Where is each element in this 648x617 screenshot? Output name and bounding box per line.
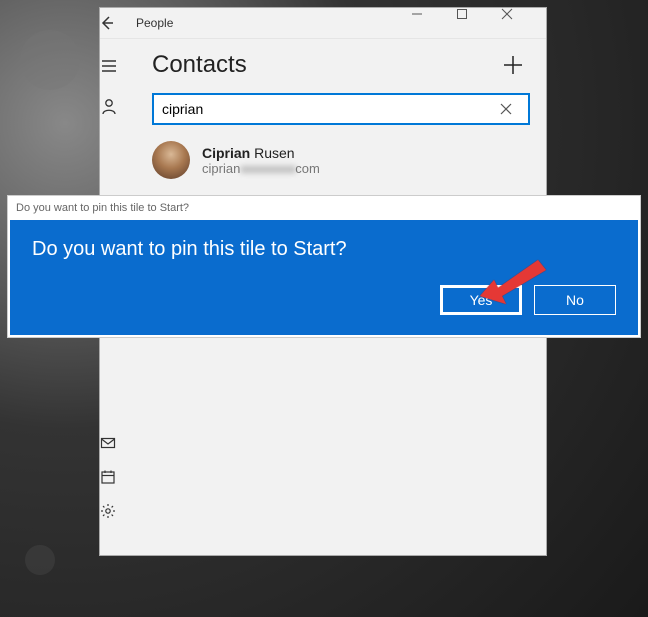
search-box[interactable] <box>152 93 530 125</box>
avatar <box>152 141 190 179</box>
result-text: Ciprian Rusen ciprianxxxxxxxxxxcom <box>202 145 320 176</box>
titlebar: People <box>100 8 546 39</box>
dialog-question: Do you want to pin this tile to Start? <box>32 238 616 261</box>
back-button[interactable] <box>100 16 132 30</box>
dialog-buttons: Yes No <box>32 285 616 315</box>
calendar-icon[interactable] <box>100 469 148 485</box>
window-title: People <box>132 16 411 30</box>
clear-search-icon[interactable] <box>500 103 528 115</box>
yes-button[interactable]: Yes <box>440 285 522 315</box>
add-contact-button[interactable] <box>502 54 530 76</box>
result-email: ciprianxxxxxxxxxxcom <box>202 161 320 176</box>
search-result-item[interactable]: Ciprian Rusen ciprianxxxxxxxxxxcom <box>148 125 530 179</box>
dialog-caption: Do you want to pin this tile to Start? <box>10 198 638 220</box>
hamburger-icon[interactable] <box>100 57 148 75</box>
page-title: Contacts <box>152 51 502 79</box>
pin-to-start-dialog: Do you want to pin this tile to Start? D… <box>8 196 640 337</box>
contacts-icon[interactable] <box>100 97 148 115</box>
no-button[interactable]: No <box>534 285 616 315</box>
mail-icon[interactable] <box>100 435 148 451</box>
dialog-body: Do you want to pin this tile to Start? Y… <box>10 220 638 335</box>
close-button[interactable] <box>501 8 546 39</box>
header-row: Contacts <box>148 51 530 79</box>
result-name: Ciprian Rusen <box>202 145 320 161</box>
maximize-button[interactable] <box>456 8 501 39</box>
settings-gear-icon[interactable] <box>100 503 148 519</box>
search-row <box>148 93 530 125</box>
search-input[interactable] <box>154 101 500 117</box>
minimize-button[interactable] <box>411 8 456 39</box>
